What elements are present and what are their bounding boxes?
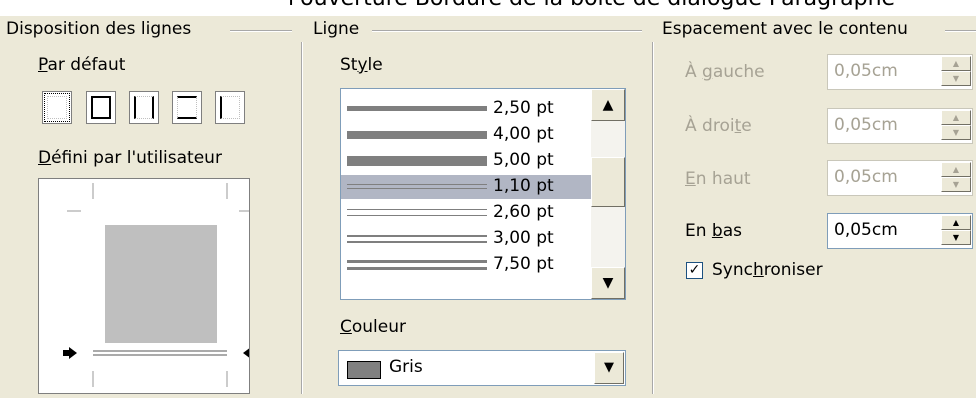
- defini-label: Défini par l'utilisateur: [38, 148, 222, 168]
- preset-none-button[interactable]: [42, 91, 72, 124]
- haut-label: En haut: [685, 169, 751, 189]
- line-sample: [347, 156, 487, 166]
- line-style-item[interactable]: 1,10 pt: [341, 175, 591, 199]
- couleur-label: Couleur: [340, 317, 406, 337]
- line-style-label: 4,00 pt: [493, 124, 554, 144]
- droite-label: À droite: [685, 116, 752, 136]
- preset-left-button[interactable]: [215, 91, 245, 124]
- group-title-espacement: Espacement avec le contenu: [662, 19, 908, 39]
- line-style-label: 2,60 pt: [493, 202, 554, 222]
- preset-top-bottom-icon: [177, 96, 197, 119]
- haut-spin[interactable]: 0,05cm ▲ ▼: [827, 160, 973, 196]
- user-defined-border-area[interactable]: [38, 178, 257, 394]
- droite-spin[interactable]: 0,05cm ▲ ▼: [827, 108, 973, 144]
- arrow-up-icon: ▲: [602, 97, 614, 113]
- line-style-item[interactable]: 2,50 pt: [341, 97, 591, 121]
- line-sample: [347, 131, 487, 139]
- style-label: Style: [340, 55, 383, 75]
- checkmark-icon: ✓: [688, 262, 701, 278]
- line-style-label: 3,00 pt: [493, 228, 554, 248]
- synchroniser-label[interactable]: Synchroniser: [712, 260, 823, 280]
- color-value: Gris: [389, 357, 423, 377]
- line-style-item[interactable]: 5,00 pt: [341, 149, 591, 173]
- gauche-spin[interactable]: 0,05cm ▲ ▼: [827, 54, 973, 90]
- separator: [652, 42, 654, 394]
- scroll-up-button[interactable]: ▲: [591, 89, 625, 121]
- color-dropdown[interactable]: Gris ▼: [338, 350, 626, 386]
- haut-value: 0,05cm: [834, 167, 898, 187]
- preset-left-right-icon: [134, 96, 154, 119]
- line-sample: [347, 106, 487, 111]
- line-style-item[interactable]: 2,60 pt: [341, 201, 591, 225]
- line-sample: [347, 235, 487, 243]
- line-style-item[interactable]: 4,00 pt: [341, 123, 591, 147]
- line-style-listbox[interactable]: 7,50 pt 3,00 pt 2,60 pt 1,10 pt 5,00 pt 4,00 …: [340, 88, 626, 300]
- line-style-label: 2,50 pt: [493, 98, 554, 118]
- line-sample: [347, 260, 487, 270]
- bas-spin[interactable]: 0,05cm ▲ ▼: [827, 213, 973, 249]
- border-preview-icon: [63, 183, 257, 387]
- bas-value: 0,05cm: [834, 220, 898, 240]
- scroll-thumb[interactable]: [591, 157, 625, 207]
- group-title-disposition: Disposition des lignes: [6, 19, 192, 39]
- line-style-label: 1,10 pt: [493, 176, 554, 196]
- droite-value: 0,05cm: [834, 115, 898, 135]
- par-defaut-label: Par défaut: [38, 55, 126, 75]
- line-style-item[interactable]: 7,50 pt: [341, 253, 591, 277]
- preset-left-icon: [220, 96, 240, 119]
- line-sample: [347, 184, 487, 189]
- line-style-label: 7,50 pt: [493, 254, 554, 274]
- clipped-caption: l'ouverture Bordure de la boîte de dialo…: [0, 0, 976, 16]
- arrow-down-icon: ▼: [602, 275, 614, 291]
- group-rule: [945, 30, 976, 32]
- chevron-down-icon: ▼: [604, 360, 614, 375]
- preset-box-icon: [91, 96, 111, 119]
- haut-spin-arrows[interactable]: ▲ ▼: [941, 162, 971, 194]
- gauche-label: À gauche: [685, 62, 765, 82]
- line-style-item[interactable]: 3,00 pt: [341, 227, 591, 251]
- preset-box-button[interactable]: [86, 91, 116, 124]
- clipped-caption-text: l'ouverture Bordure de la boîte de dialo…: [288, 0, 895, 11]
- preset-top-bottom-button[interactable]: [172, 91, 202, 124]
- line-style-label: 5,00 pt: [493, 150, 554, 170]
- vertical-scrollbar[interactable]: ▲ ▼: [591, 89, 625, 299]
- group-rule: [230, 30, 292, 32]
- preset-left-right-button[interactable]: [129, 91, 159, 124]
- color-swatch: [347, 361, 381, 379]
- line-sample: [347, 209, 487, 216]
- separator: [301, 42, 303, 394]
- bas-label: En bas: [685, 221, 742, 241]
- dropdown-button[interactable]: ▼: [594, 352, 624, 384]
- group-title-ligne: Ligne: [313, 19, 360, 39]
- gauche-spin-arrows[interactable]: ▲ ▼: [941, 56, 971, 88]
- synchroniser-checkbox[interactable]: ✓: [686, 262, 703, 279]
- bas-spin-arrows[interactable]: ▲ ▼: [941, 215, 971, 247]
- preset-none-icon: [47, 96, 67, 119]
- gauche-value: 0,05cm: [834, 61, 898, 81]
- scroll-down-button[interactable]: ▼: [591, 267, 625, 299]
- group-rule: [372, 30, 642, 32]
- droite-spin-arrows[interactable]: ▲ ▼: [941, 110, 971, 142]
